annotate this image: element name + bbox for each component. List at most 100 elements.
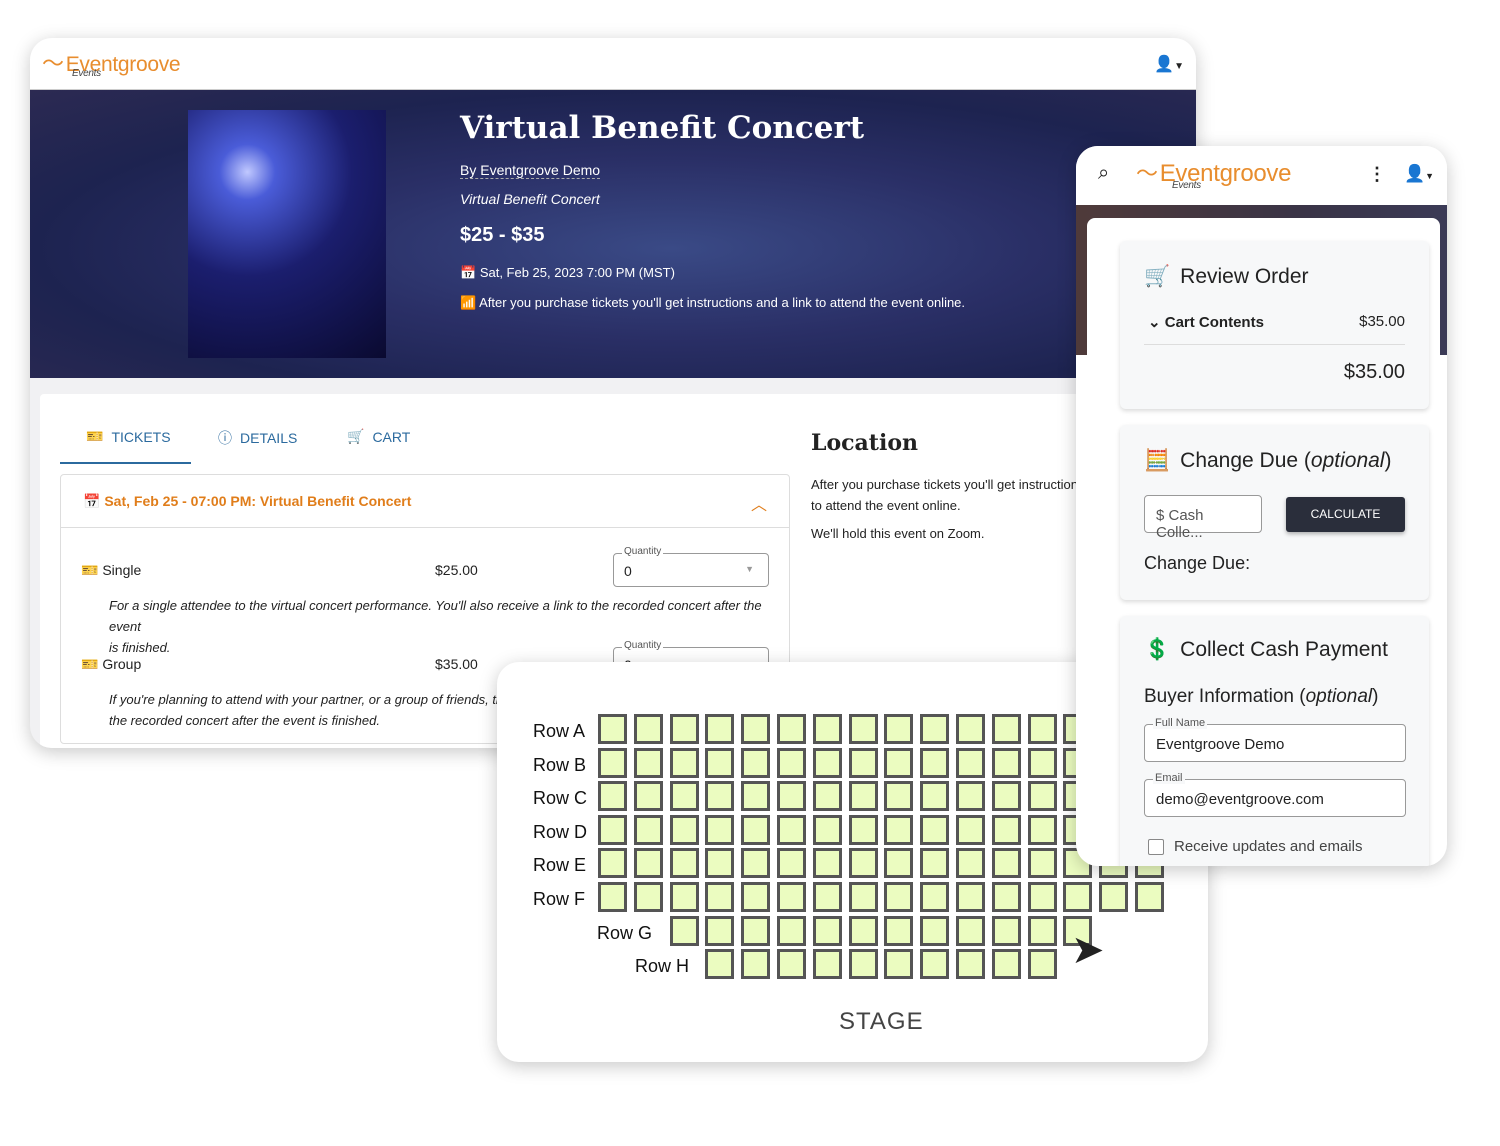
seat[interactable]: [633, 747, 663, 778]
seat[interactable]: [1099, 882, 1129, 912]
seat[interactable]: [669, 882, 699, 912]
search-icon[interactable]: ⌕: [1098, 162, 1109, 185]
seat[interactable]: [705, 949, 735, 980]
seat[interactable]: [812, 882, 842, 912]
seat[interactable]: [633, 848, 663, 879]
seat[interactable]: [598, 814, 627, 845]
seat[interactable]: [777, 882, 806, 912]
seat[interactable]: [956, 714, 985, 744]
seat[interactable]: [705, 814, 735, 845]
seat[interactable]: [991, 949, 1021, 980]
seat[interactable]: [741, 747, 771, 778]
seat[interactable]: [777, 714, 806, 744]
seat[interactable]: [920, 781, 950, 812]
seat[interactable]: [848, 882, 878, 912]
seat[interactable]: [598, 882, 627, 912]
seat[interactable]: [705, 781, 735, 812]
seat[interactable]: [848, 781, 878, 812]
seat[interactable]: [956, 781, 985, 812]
updates-checkbox-row[interactable]: Receive updates and emails: [1148, 838, 1362, 855]
seat[interactable]: [777, 848, 806, 879]
seat[interactable]: [633, 781, 663, 812]
seat[interactable]: [848, 848, 878, 879]
seat[interactable]: [741, 882, 771, 912]
seat[interactable]: [956, 915, 985, 946]
seat[interactable]: [669, 781, 699, 812]
seat[interactable]: [705, 882, 735, 912]
seat[interactable]: [633, 714, 663, 744]
seat[interactable]: [956, 848, 985, 879]
full-name-field[interactable]: Full Name Eventgroove Demo: [1144, 717, 1406, 762]
seat[interactable]: [991, 882, 1021, 912]
seat[interactable]: [884, 882, 914, 912]
seat[interactable]: [920, 747, 950, 778]
seat[interactable]: [991, 714, 1021, 744]
seat[interactable]: [598, 747, 627, 778]
account-menu[interactable]: 👤▼: [1154, 54, 1184, 74]
seat[interactable]: [812, 915, 842, 946]
seat[interactable]: [920, 714, 950, 744]
seat[interactable]: [884, 781, 914, 812]
seat[interactable]: [956, 814, 985, 845]
seat[interactable]: [669, 915, 699, 946]
seat[interactable]: [884, 747, 914, 778]
seat[interactable]: [1027, 882, 1057, 912]
tab-tickets[interactable]: 🎫 TICKETS: [86, 428, 171, 445]
seat[interactable]: [1135, 882, 1164, 912]
seat[interactable]: [598, 781, 627, 812]
seat[interactable]: [812, 949, 842, 980]
seat[interactable]: [812, 814, 842, 845]
seat[interactable]: [991, 848, 1021, 879]
seat[interactable]: [705, 714, 735, 744]
seat[interactable]: [848, 814, 878, 845]
seat[interactable]: [1027, 949, 1057, 980]
quantity-select[interactable]: Quantity 0 ▼: [613, 546, 769, 587]
seat[interactable]: [812, 747, 842, 778]
seat[interactable]: [741, 714, 771, 744]
seat[interactable]: [598, 848, 627, 879]
seat[interactable]: [956, 747, 985, 778]
seat[interactable]: [633, 814, 663, 845]
seat[interactable]: [991, 915, 1021, 946]
seat[interactable]: [705, 915, 735, 946]
account-menu[interactable]: 👤▼: [1404, 164, 1434, 184]
logo[interactable]: 〜Eventgroove Events: [1136, 156, 1291, 191]
session-header[interactable]: 📅 Sat, Feb 25 - 07:00 PM: Virtual Benefi…: [83, 493, 411, 510]
seat[interactable]: [991, 747, 1021, 778]
seat[interactable]: [920, 848, 950, 879]
seat[interactable]: [777, 781, 806, 812]
seat[interactable]: [669, 848, 699, 879]
seat[interactable]: [848, 949, 878, 980]
seat[interactable]: [884, 814, 914, 845]
seat[interactable]: [777, 814, 806, 845]
chevron-up-icon[interactable]: ︿: [751, 491, 767, 515]
seat[interactable]: [1027, 714, 1057, 744]
seat[interactable]: [920, 814, 950, 845]
seat[interactable]: [884, 848, 914, 879]
seat[interactable]: [1027, 747, 1057, 778]
seat[interactable]: [848, 714, 878, 744]
seat[interactable]: [777, 915, 806, 946]
seat[interactable]: [956, 949, 985, 980]
checkbox[interactable]: [1148, 838, 1164, 855]
seat[interactable]: [1027, 814, 1057, 845]
tab-cart[interactable]: 🛒 CART: [347, 428, 410, 445]
calculate-button[interactable]: CALCULATE: [1286, 497, 1405, 532]
seat[interactable]: [669, 747, 699, 778]
seat[interactable]: [1027, 781, 1057, 812]
seat[interactable]: [956, 882, 985, 912]
logo[interactable]: 〜Eventgroove Events: [42, 46, 181, 79]
seat[interactable]: [812, 781, 842, 812]
organizer-link[interactable]: By Eventgroove Demo: [460, 162, 601, 179]
seat[interactable]: [920, 882, 950, 912]
seat[interactable]: [777, 949, 806, 980]
seat[interactable]: [669, 814, 699, 845]
seat[interactable]: [812, 714, 842, 744]
seat[interactable]: [884, 949, 914, 980]
seat[interactable]: [884, 714, 914, 744]
seat[interactable]: [848, 915, 878, 946]
seat[interactable]: [633, 882, 663, 912]
more-vert-icon[interactable]: ⋮: [1368, 164, 1386, 185]
cash-collected-input[interactable]: $ Cash Colle...: [1144, 495, 1262, 541]
seat[interactable]: [991, 781, 1021, 812]
